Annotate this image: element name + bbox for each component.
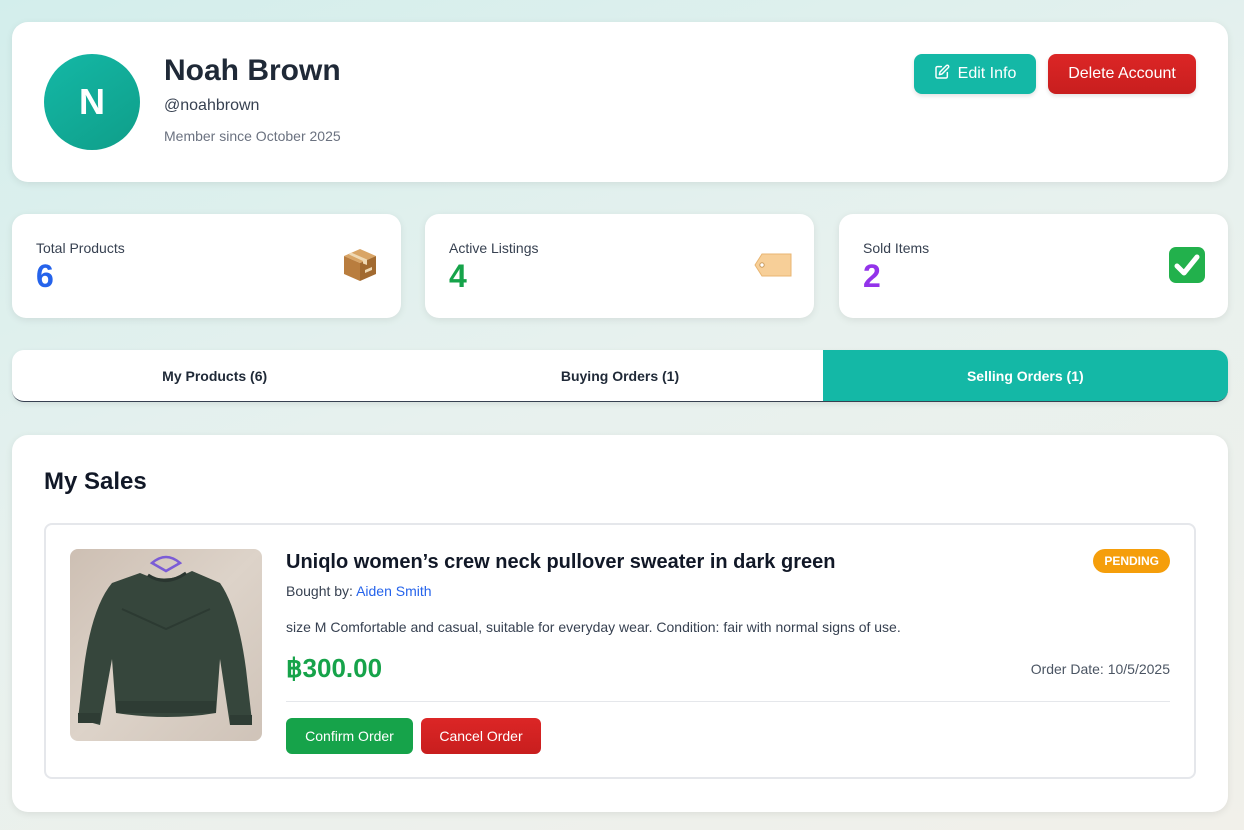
stat-value: 6: [36, 258, 54, 294]
edit-icon: [934, 64, 950, 85]
member-since: Member since October 2025: [164, 128, 341, 144]
section-title: My Sales: [44, 468, 147, 495]
product-title: Uniqlo women’s crew neck pullover sweate…: [286, 551, 836, 573]
stat-card-total-products: Total Products 6: [12, 214, 401, 318]
stat-card-active-listings: Active Listings 4: [425, 214, 814, 318]
product-description: size M Comfortable and casual, suitable …: [286, 619, 901, 635]
stat-card-sold-items: Sold Items 2: [839, 214, 1228, 318]
tab-selling-orders[interactable]: Selling Orders (1): [822, 350, 1228, 401]
divider: [286, 701, 1170, 702]
edit-info-button[interactable]: Edit Info: [914, 54, 1036, 94]
order-date: Order Date: 10/5/2025: [1030, 661, 1170, 677]
bought-by: Bought by: Aiden Smith: [286, 583, 432, 599]
stat-value: 4: [449, 258, 467, 294]
tag-icon: [754, 246, 792, 284]
tab-bar: My Products (6) Buying Orders (1) Sellin…: [12, 350, 1228, 402]
delete-account-button[interactable]: Delete Account: [1048, 54, 1196, 94]
check-mark-icon: [1168, 246, 1206, 284]
cancel-order-button[interactable]: Cancel Order: [421, 718, 541, 754]
confirm-order-button[interactable]: Confirm Order: [286, 718, 413, 754]
stat-label: Total Products: [36, 240, 125, 256]
sales-section: My Sales Uniqlo women’s crew neck pullov…: [12, 435, 1228, 812]
buyer-link[interactable]: Aiden Smith: [356, 583, 431, 599]
tab-my-products[interactable]: My Products (6): [12, 350, 417, 401]
edit-info-label: Edit Info: [957, 65, 1017, 82]
product-price: ฿300.00: [286, 653, 383, 683]
order-card: Uniqlo women’s crew neck pullover sweate…: [44, 523, 1196, 779]
stat-label: Active Listings: [449, 240, 539, 256]
status-badge: PENDING: [1093, 549, 1170, 573]
avatar: N: [44, 54, 140, 150]
profile-name: Noah Brown: [164, 54, 341, 87]
tab-buying-orders[interactable]: Buying Orders (1): [417, 350, 822, 401]
product-image[interactable]: [70, 549, 262, 741]
bought-by-label: Bought by:: [286, 583, 353, 599]
stat-label: Sold Items: [863, 240, 930, 256]
profile-card: N Noah Brown @noahbrown Member since Oct…: [12, 22, 1228, 182]
package-icon: [341, 246, 379, 284]
profile-handle: @noahbrown: [164, 97, 260, 114]
stat-value: 2: [863, 258, 881, 294]
